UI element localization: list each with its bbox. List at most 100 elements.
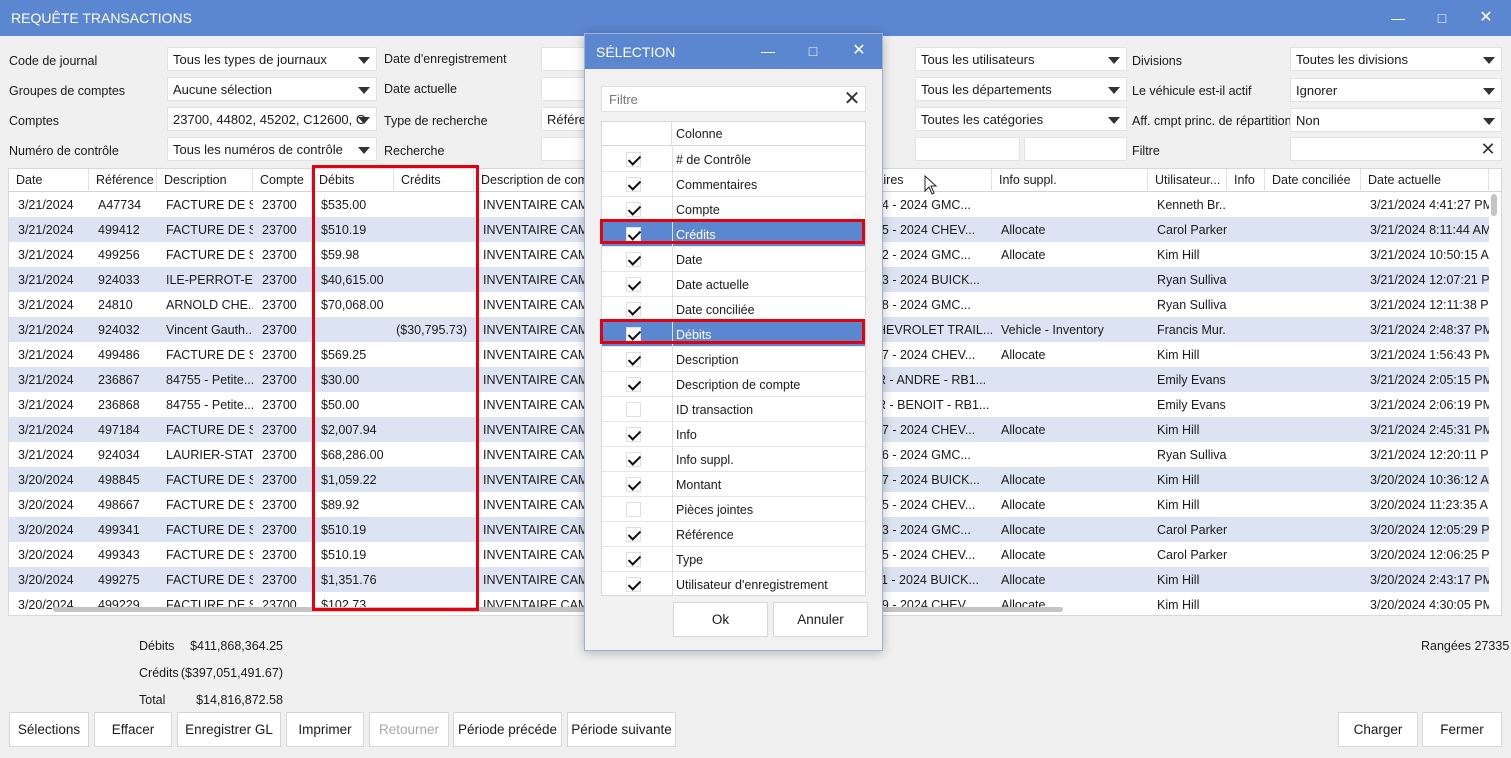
minimize-icon[interactable]: —: [1386, 8, 1410, 28]
column-option-checkbox[interactable]: [626, 427, 641, 442]
control-number-combo[interactable]: Tous les numéros de contrôle: [167, 137, 377, 161]
dialog-maximize-icon[interactable]: □: [801, 41, 825, 61]
selections-button[interactable]: Sélections: [9, 712, 89, 747]
column-option-row[interactable]: Référence: [602, 522, 865, 547]
users-combo[interactable]: Tous les utilisateurs: [915, 47, 1127, 71]
clear-button[interactable]: Effacer: [94, 712, 172, 747]
dialog-filter-input[interactable]: Filtre ✕: [601, 86, 866, 112]
column-option-row[interactable]: ID transaction: [602, 397, 865, 422]
current-date-field[interactable]: [541, 77, 587, 101]
table-cell: $40,615.00: [321, 273, 384, 287]
column-option-row[interactable]: Utilisateur d'enregistrement: [602, 572, 865, 595]
table-cell: $569.25: [321, 348, 367, 362]
column-option-row[interactable]: Info: [602, 422, 865, 447]
column-header[interactable]: Débits: [312, 169, 394, 192]
column-option-checkbox[interactable]: [626, 177, 641, 192]
column-list-header: Colonne: [602, 122, 865, 146]
column-option-checkbox[interactable]: [626, 327, 641, 342]
column-option-row[interactable]: Date conciliée: [602, 297, 865, 322]
column-option-row[interactable]: Compte: [602, 197, 865, 222]
vehicle-active-combo[interactable]: Ignorer: [1290, 78, 1502, 102]
column-header[interactable]: Date conciliée: [1265, 169, 1361, 192]
column-separator: [672, 497, 673, 522]
column-header[interactable]: Crédits: [394, 169, 474, 192]
departments-combo[interactable]: Tous les départements: [915, 77, 1127, 101]
table-cell: Vehicle - Inventory: [1001, 323, 1104, 337]
extra-field-2[interactable]: [1024, 137, 1127, 161]
table-cell: [394, 492, 474, 517]
search-type-label: Type de recherche: [384, 114, 488, 128]
column-header[interactable]: Utilisateur...: [1148, 169, 1227, 192]
column-option-row[interactable]: Description: [602, 347, 865, 372]
column-option-row[interactable]: # de Contrôle: [602, 147, 865, 172]
column-option-checkbox[interactable]: [626, 577, 641, 592]
column-option-checkbox[interactable]: [626, 527, 641, 542]
dialog-close-icon[interactable]: ✕: [847, 41, 871, 61]
column-option-checkbox[interactable]: [626, 402, 641, 417]
extra-field-1[interactable]: [915, 137, 1020, 161]
main-account-combo[interactable]: Non: [1290, 108, 1502, 132]
column-option-row[interactable]: Description de compte: [602, 372, 865, 397]
column-option-checkbox[interactable]: [626, 252, 641, 267]
column-option-row[interactable]: Type: [602, 547, 865, 572]
table-cell: ILE-PERROT-E...: [166, 273, 253, 287]
load-button[interactable]: Charger: [1338, 712, 1418, 747]
save-gl-button[interactable]: Enregistrer GL: [177, 712, 281, 747]
column-option-checkbox[interactable]: [626, 152, 641, 167]
accounts-combo[interactable]: 23700, 44802, 45202, C12600, C: [167, 107, 377, 131]
column-header[interactable]: Référence: [89, 169, 157, 192]
clear-filter-icon[interactable]: ✕: [1479, 140, 1497, 158]
print-button[interactable]: Imprimer: [286, 712, 364, 747]
close-icon[interactable]: ✕: [1474, 8, 1498, 28]
cancel-button[interactable]: Annuler: [773, 602, 868, 637]
column-option-checkbox[interactable]: [626, 502, 641, 517]
table-cell: INVENTAIRE CAMIO: [483, 573, 594, 587]
filter-input[interactable]: ✕: [1290, 137, 1502, 161]
horizontal-scrollbar[interactable]: [53, 607, 1063, 612]
column-option-checkbox[interactable]: [626, 277, 641, 292]
table-cell: [1227, 567, 1265, 592]
column-header[interactable]: Info: [1227, 169, 1265, 192]
column-option-row[interactable]: Info suppl.: [602, 447, 865, 472]
chevron-down-icon: [1108, 87, 1120, 94]
search-type-combo[interactable]: Référe: [541, 107, 587, 131]
table-cell: 236867: [98, 373, 140, 387]
maximize-icon[interactable]: □: [1430, 8, 1454, 28]
categories-combo[interactable]: Toutes les catégories: [915, 107, 1127, 131]
column-option-checkbox[interactable]: [626, 377, 641, 392]
column-header[interactable]: Compte: [253, 169, 312, 192]
column-option-checkbox[interactable]: [626, 352, 641, 367]
account-groups-combo[interactable]: Aucune sélection: [167, 77, 377, 101]
journal-code-combo[interactable]: Tous les types de journaux: [167, 47, 377, 71]
column-option-checkbox[interactable]: [626, 202, 641, 217]
column-option-row[interactable]: Date: [602, 247, 865, 272]
column-option-row[interactable]: Pièces jointes: [602, 497, 865, 522]
column-option-row[interactable]: Montant: [602, 472, 865, 497]
ok-button[interactable]: Ok: [673, 602, 768, 637]
column-header[interactable]: Date: [9, 169, 89, 192]
table-cell: Carol Parker: [1157, 548, 1227, 562]
column-option-checkbox[interactable]: [626, 477, 641, 492]
divisions-combo[interactable]: Toutes les divisions: [1290, 47, 1502, 71]
vertical-scrollbar[interactable]: [1491, 194, 1497, 216]
dialog-minimize-icon[interactable]: —: [756, 41, 780, 61]
close-button[interactable]: Fermer: [1422, 712, 1502, 747]
column-option-row[interactable]: Date actuelle: [602, 272, 865, 297]
return-button[interactable]: Retourner: [369, 712, 449, 747]
column-header[interactable]: Description: [157, 169, 253, 192]
table-cell: [1265, 417, 1361, 442]
column-option-checkbox[interactable]: [626, 552, 641, 567]
dialog-clear-filter-icon[interactable]: ✕: [843, 89, 861, 109]
column-option-row[interactable]: Commentaires: [602, 172, 865, 197]
column-option-checkbox[interactable]: [626, 302, 641, 317]
next-period-button[interactable]: Période suivante: [567, 712, 676, 747]
previous-period-button[interactable]: Période précéde: [453, 712, 562, 747]
column-option-checkbox[interactable]: [626, 227, 641, 242]
column-option-row[interactable]: Crédits: [602, 222, 865, 247]
column-header[interactable]: Info suppl.: [992, 169, 1148, 192]
search-input[interactable]: [541, 137, 587, 161]
column-option-checkbox[interactable]: [626, 452, 641, 467]
column-header[interactable]: Date actuelle: [1361, 169, 1489, 192]
column-option-row[interactable]: Débits: [602, 322, 865, 347]
record-date-field[interactable]: [541, 47, 587, 71]
